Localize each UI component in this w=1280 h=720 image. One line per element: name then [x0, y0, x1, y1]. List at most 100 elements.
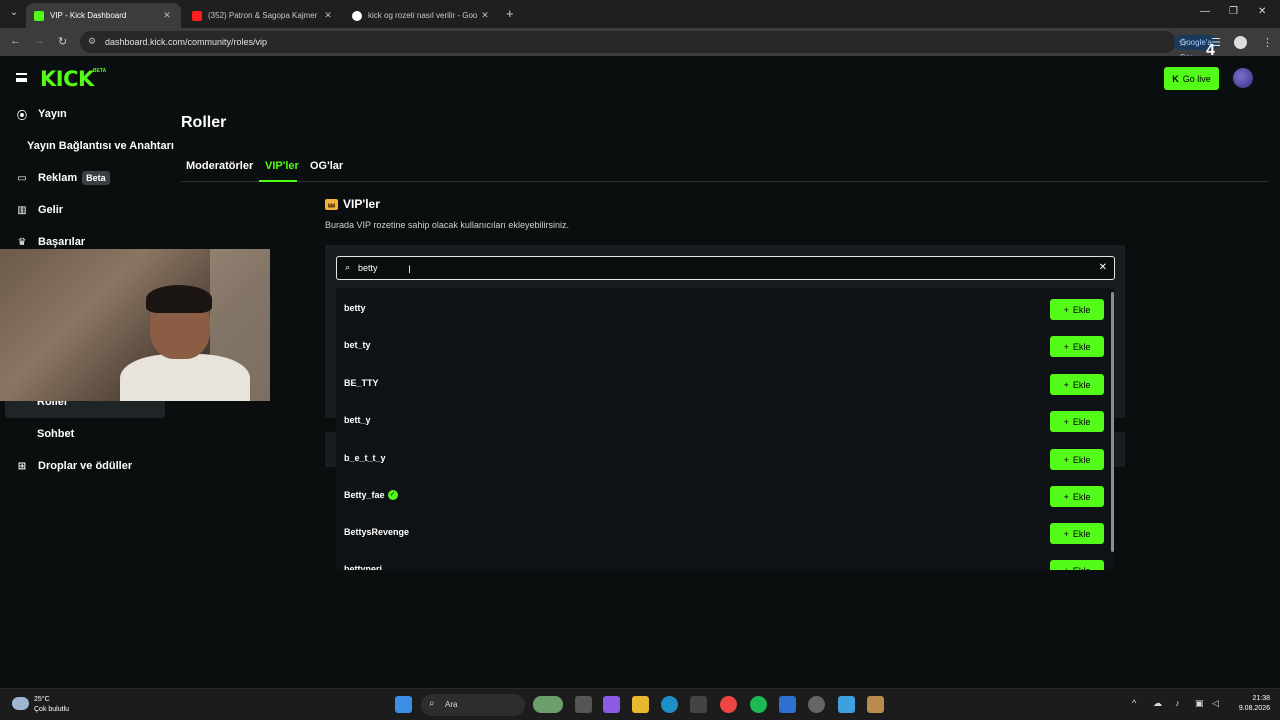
tab-vips[interactable]: VIP'ler	[265, 160, 299, 172]
edge-icon[interactable]	[661, 696, 678, 713]
sidebar-item-reklam[interactable]: ▭ Reklam Beta	[16, 168, 110, 188]
close-tab-icon[interactable]: ✕	[322, 10, 334, 21]
search-icon: ⌕	[345, 262, 351, 272]
browser-menu-icon[interactable]: ⋮	[1262, 36, 1273, 49]
back-icon[interactable]: ←	[10, 35, 21, 47]
address-bar[interactable]: ⚙ dashboard.kick.com/community/roles/vip…	[80, 31, 1218, 62]
task-view-icon[interactable]	[575, 696, 592, 713]
taskbar-search-label: Ara	[445, 700, 458, 709]
plus-icon: +	[1063, 304, 1069, 315]
copilot-icon[interactable]	[603, 696, 620, 713]
username: BettysRevenge	[344, 527, 410, 537]
spotify-icon[interactable]	[750, 696, 767, 713]
restore-icon[interactable]: ❐	[1229, 6, 1238, 17]
kick-favicon-icon	[34, 10, 44, 21]
add-button[interactable]: +Ekle	[1050, 374, 1104, 395]
clear-search-icon[interactable]: ✕	[1099, 262, 1107, 273]
windows-start-icon[interactable]	[395, 696, 412, 713]
weather-widget[interactable]: 25°C Çok bulutlu	[34, 695, 69, 715]
add-button[interactable]: +Ekle	[1050, 299, 1104, 320]
reload-icon[interactable]: ↻	[58, 35, 67, 48]
sidebar-item-label: Gelir	[38, 204, 64, 216]
list-item: BE_TTY + Ekle	[336, 365, 1114, 402]
tab-search-icon[interactable]: ⌄	[6, 5, 22, 21]
plus-icon: +	[1063, 416, 1069, 427]
weather-condition: Çok bulutlu	[34, 706, 70, 713]
new-tab-icon[interactable]: +	[506, 6, 514, 21]
add-button[interactable]: +Ekle	[1050, 336, 1104, 357]
close-tab-icon[interactable]: ✕	[479, 10, 491, 21]
app-icon[interactable]	[808, 696, 825, 713]
microphone-icon[interactable]: ♪	[1175, 698, 1180, 708]
photos-icon[interactable]	[838, 696, 855, 713]
store-icon[interactable]	[690, 696, 707, 713]
list-item: BettysRevenge + Ekle	[336, 514, 1114, 551]
verified-badge-icon: ✓	[387, 490, 398, 500]
tab-ogs[interactable]: OG'lar	[310, 160, 343, 172]
add-button[interactable]: +Ekle	[1050, 523, 1104, 544]
browser-tab-2[interactable]: (352) Patron & Sagopa Kajmer ✕	[184, 3, 342, 28]
widgets-icon[interactable]	[533, 696, 563, 713]
text-cursor-icon: I	[408, 264, 412, 276]
hamburger-menu-icon[interactable]	[16, 73, 27, 82]
tray-app-icon[interactable]: ☁	[1153, 698, 1162, 709]
tray-chevron-icon[interactable]: ^	[1132, 698, 1136, 708]
windows-taskbar: 25°C Çok bulutlu ⌕ Ara ^ ☁ ♪ ▣ ◁ 21:38 9…	[0, 688, 1280, 720]
youtube-favicon-icon	[192, 10, 202, 21]
tab-title: (352) Patron & Sagopa Kajmer	[208, 11, 318, 20]
add-button[interactable]: +Ekle	[1050, 560, 1104, 570]
kick-logo[interactable]: KICK	[40, 67, 94, 91]
site-info-icon[interactable]: ⚙	[88, 36, 99, 47]
close-window-icon[interactable]: ✕	[1258, 6, 1266, 17]
volume-icon[interactable]: ◁	[1212, 698, 1219, 709]
plus-icon: +	[1064, 566, 1069, 571]
username: bett_y	[344, 415, 371, 425]
profile-icon[interactable]	[1234, 36, 1247, 49]
username: betty	[344, 303, 366, 313]
chrome-icon[interactable]	[720, 696, 737, 713]
minimize-icon[interactable]: —	[1200, 6, 1210, 17]
add-button[interactable]: +Ekle	[1050, 486, 1104, 507]
tab-moderators[interactable]: Moderatörler	[186, 160, 253, 172]
sidebar-item-gelir[interactable]: ▥ Gelir	[16, 200, 63, 220]
webcam-overlay	[0, 249, 270, 401]
broadcast-icon: ⦿	[17, 110, 27, 122]
list-item: Betty_fae ✓ + Ekle	[336, 477, 1114, 514]
user-search-field[interactable]: ⌕ ✕	[336, 256, 1115, 280]
results-scrollbar[interactable]	[1111, 292, 1114, 552]
game-icon[interactable]	[867, 696, 884, 713]
taskbar-search[interactable]: ⌕ Ara	[421, 694, 525, 716]
network-icon[interactable]: ▣	[1195, 698, 1204, 709]
browser-tab-3[interactable]: kick og rozeti nasıl verilir - Goo ✕	[344, 3, 499, 28]
kick-k-icon: K	[1172, 73, 1179, 84]
browser-tab-1[interactable]: VIP - Kick Dashboard ✕	[26, 3, 181, 28]
weather-cloud-icon[interactable]	[12, 697, 29, 710]
close-tab-icon[interactable]: ✕	[161, 10, 173, 21]
sidebar-item-label: Başarılar	[38, 236, 86, 248]
sidebar-item-yayin[interactable]: ⦿ Yayın	[16, 104, 67, 124]
mail-icon[interactable]	[779, 696, 796, 713]
sidebar-item-sohbet[interactable]: Sohbet	[37, 428, 74, 440]
list-item: bet_ty + Ekle	[336, 327, 1114, 364]
clock-time: 21:38	[1252, 695, 1270, 702]
sidebar-item-label: Droplar ve ödüller	[38, 460, 133, 472]
system-clock[interactable]: 21:38 9.08.2026	[1230, 694, 1270, 714]
go-live-label: Go live	[1182, 73, 1211, 84]
bookmark-star-icon[interactable]: ☆	[1178, 36, 1188, 49]
sidebar-item-droplar[interactable]: ⊞ Droplar ve ödüller	[16, 456, 132, 476]
go-live-button[interactable]: K Go live	[1164, 67, 1219, 90]
section-title-text: VIP'ler	[343, 197, 380, 211]
file-explorer-icon[interactable]	[632, 696, 649, 713]
username: b_e_t_t_y	[344, 453, 386, 463]
plus-icon: +	[1063, 454, 1069, 465]
plus-icon: +	[1063, 341, 1069, 352]
roles-tabs: Moderatörler VIP'ler OG'lar	[181, 157, 1269, 182]
add-button[interactable]: +Ekle	[1050, 411, 1104, 432]
search-input[interactable]	[358, 259, 1078, 277]
add-button[interactable]: +Ekle	[1050, 449, 1104, 470]
sidebar-item-stream-key[interactable]: Yayın Bağlantısı ve Anahtarı	[27, 140, 174, 152]
forward-icon[interactable]: →	[34, 35, 45, 47]
avatar[interactable]	[1233, 68, 1253, 88]
chart-icon: ▥	[17, 204, 27, 216]
section-title: VIP'ler	[325, 197, 380, 211]
